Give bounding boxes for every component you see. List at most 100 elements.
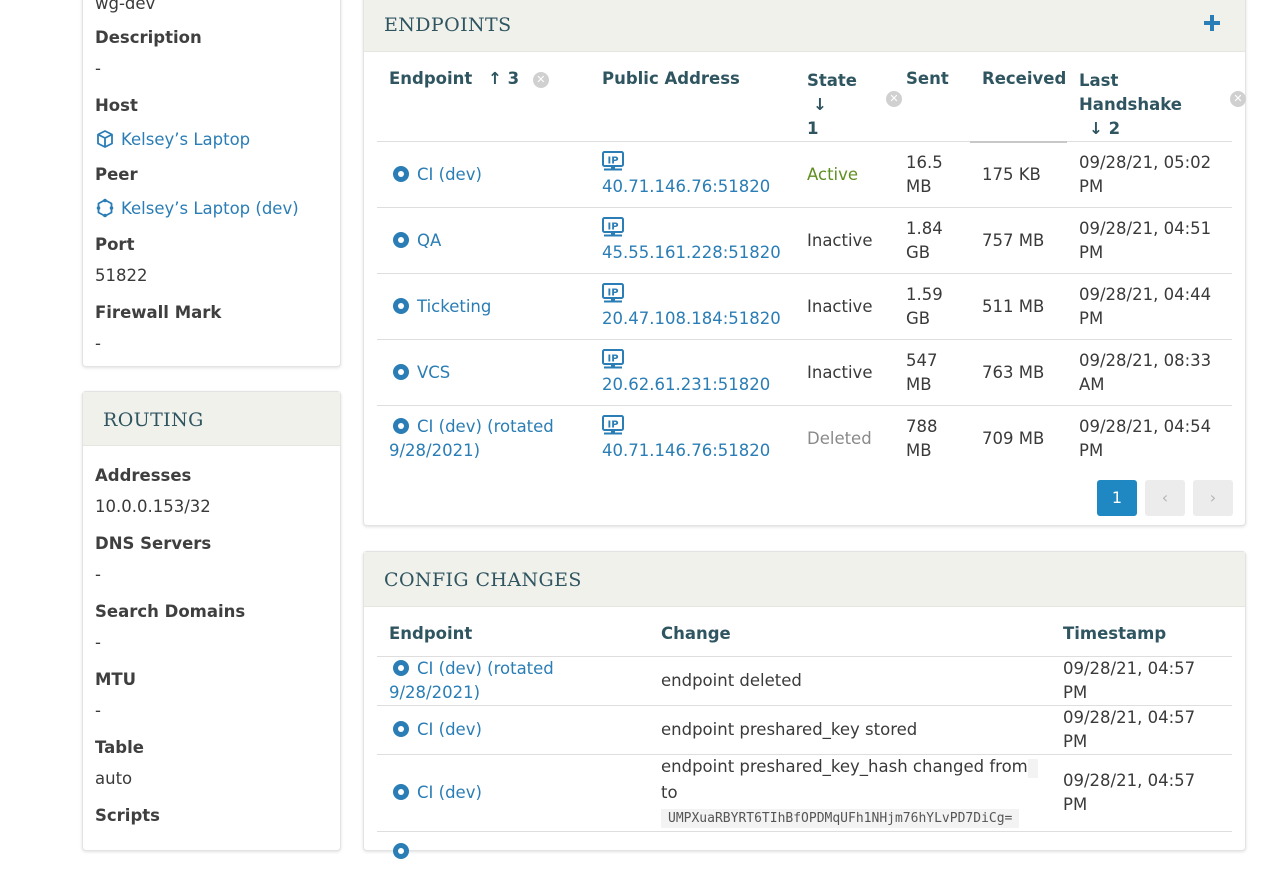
svg-text:IP: IP <box>607 419 618 430</box>
sent-cell: 1.84 GB <box>894 207 970 274</box>
endpoint-icon <box>393 165 409 182</box>
endpoint-icon <box>393 720 409 737</box>
col-last-handshake[interactable]: Last Handshake ↓ 2 ✕ <box>1067 57 1246 142</box>
svg-text:IP: IP <box>607 155 618 166</box>
state-cell: Inactive <box>795 273 894 340</box>
ip-address-icon: IP <box>602 216 624 236</box>
change-cell: endpoint deleted <box>649 655 1051 705</box>
host-link-label: Kelsey’s Laptop <box>121 129 251 149</box>
state-cell: Active <box>795 141 894 208</box>
svg-text:IP: IP <box>607 353 618 364</box>
firewall-mark-label: Firewall Mark <box>95 303 222 322</box>
col-endpoint[interactable]: Endpoint <box>377 612 649 656</box>
port-label: Port <box>95 235 135 254</box>
addresses-label: Addresses <box>95 466 192 485</box>
sent-cell: 1.59 GB <box>894 273 970 340</box>
endpoint-link[interactable]: VCS <box>417 363 450 382</box>
endpoints-title: ENDPOINTS <box>384 14 512 36</box>
timestamp-cell: 09/28/21, 04:57 PM <box>1051 704 1232 754</box>
table-row[interactable] <box>377 830 1232 873</box>
table-row[interactable]: QA IP 45.55.161.228:51820 Inactive 1.84 G… <box>377 207 1232 274</box>
change-to-text: to <box>661 782 678 802</box>
col-change[interactable]: Change <box>649 612 1051 656</box>
peer-icon <box>96 198 114 218</box>
ip-address-icon: IP <box>602 150 624 170</box>
col-endpoint[interactable]: Endpoint ↑ 3 ✕ <box>377 57 590 142</box>
svg-text:IP: IP <box>607 221 618 232</box>
clear-sort-icon[interactable]: ✕ <box>1230 91 1246 107</box>
change-cell: endpoint preshared_key_hash changed from… <box>649 753 1051 831</box>
state-sort-indicator: ↓ <box>813 95 827 114</box>
next-page-button[interactable]: › <box>1193 480 1233 516</box>
peer-link[interactable]: Kelsey’s Laptop (dev) <box>95 198 299 218</box>
dns-servers-label: DNS Servers <box>95 534 212 553</box>
endpoint-icon <box>393 231 409 248</box>
endpoint-link[interactable]: CI (dev) <box>417 165 482 184</box>
col-state[interactable]: State ↓ 1 ✕ <box>795 57 902 142</box>
col-sent[interactable]: Sent <box>894 57 970 142</box>
endpoint-icon <box>393 843 409 860</box>
old-value-code <box>1027 758 1038 778</box>
host-link[interactable]: Kelsey’s Laptop <box>95 129 250 149</box>
table-row[interactable]: VCS IP 20.62.61.231:51820 Inactive 547 MB… <box>377 339 1232 406</box>
clear-sort-icon[interactable]: ✕ <box>532 71 549 88</box>
received-cell: 763 MB <box>970 339 1067 406</box>
address-cell[interactable]: IP 20.62.61.231:51820 <box>590 339 795 406</box>
table-row[interactable]: CI (dev) endpoint preshared_key_hash cha… <box>377 753 1232 831</box>
host-label: Host <box>95 96 138 115</box>
address-cell[interactable]: IP 40.71.146.76:51820 <box>590 405 795 472</box>
peer-link-label: Kelsey’s Laptop (dev) <box>121 198 299 218</box>
handshake-cell: 09/28/21, 08:33 AM <box>1067 339 1232 406</box>
sent-cell: 16.5 MB <box>894 141 970 208</box>
addresses-value: 10.0.0.153/32 <box>95 497 211 516</box>
plus-icon[interactable] <box>1203 14 1221 32</box>
port-value: 51822 <box>95 266 148 285</box>
mtu-label: MTU <box>95 670 137 689</box>
prev-page-button[interactable]: ‹ <box>1145 480 1185 516</box>
endpoint-sort-indicator: ↑ 3 <box>488 69 520 88</box>
col-timestamp[interactable]: Timestamp <box>1051 612 1232 656</box>
handshake-cell: 09/28/21, 04:44 PM <box>1067 273 1232 340</box>
endpoints-table: Endpoint ↑ 3 ✕ Public Address State ↓ 1 … <box>377 57 1246 472</box>
endpoint-link[interactable]: Ticketing <box>417 297 491 316</box>
address-cell[interactable]: IP 45.55.161.228:51820 <box>590 207 795 274</box>
table-row[interactable]: CI (dev) endpoint preshared_key stored 0… <box>377 704 1232 754</box>
change-cell: endpoint preshared_key stored <box>649 704 1051 754</box>
endpoint-link[interactable]: CI (dev) <box>417 720 482 739</box>
endpoint-link[interactable]: CI (dev) <box>417 783 482 802</box>
table-row[interactable]: CI (dev) IP 40.71.146.76:51820 Active 16.… <box>377 141 1232 208</box>
clear-sort-icon[interactable]: ✕ <box>886 91 902 107</box>
endpoints-header-row: Endpoint ↑ 3 ✕ Public Address State ↓ 1 … <box>377 57 1246 143</box>
address-cell[interactable]: IP 40.71.146.76:51820 <box>590 141 795 208</box>
box-icon <box>97 130 113 148</box>
endpoint-icon <box>393 417 409 434</box>
page-1-button[interactable]: 1 <box>1097 480 1137 516</box>
endpoint-icon <box>393 297 409 314</box>
ip-address-icon: IP <box>602 348 624 368</box>
endpoint-link[interactable]: CI (dev) (rotated 9/28/2021) <box>389 659 554 702</box>
table-row[interactable]: CI (dev) (rotated 9/28/2021) endpoint de… <box>377 655 1232 705</box>
endpoint-link[interactable]: CI (dev) (rotated 9/28/2021) <box>389 417 554 460</box>
search-domains-value: - <box>95 633 101 652</box>
ip-address-icon: IP <box>602 282 624 302</box>
chevron-right-icon: › <box>1209 488 1217 507</box>
config-header-row: Endpoint Change Timestamp <box>377 612 1232 656</box>
chevron-left-icon: ‹ <box>1161 488 1169 507</box>
interface-details-panel: wg-dev Description - Host Kelsey’s Lapto… <box>82 0 341 367</box>
endpoint-icon <box>393 659 409 676</box>
handshake-cell: 09/28/21, 04:51 PM <box>1067 207 1232 274</box>
endpoint-link[interactable]: QA <box>417 231 441 250</box>
received-cell: 175 KB <box>970 141 1067 208</box>
state-sort-order: 1 <box>807 119 819 138</box>
config-changes-title: CONFIG CHANGES <box>384 569 582 591</box>
address-cell[interactable]: IP 20.47.108.184:51820 <box>590 273 795 340</box>
col-public-address[interactable]: Public Address <box>590 57 795 142</box>
col-received[interactable]: Received <box>970 57 1067 143</box>
state-cell: Inactive <box>795 339 894 406</box>
mtu-value: - <box>95 701 101 720</box>
endpoints-header: ENDPOINTS <box>364 0 1245 52</box>
table-row[interactable]: CI (dev) (rotated 9/28/2021) IP 40.71.146… <box>377 405 1232 472</box>
endpoints-panel: ENDPOINTS Endpoint ↑ 3 ✕ Public Address … <box>363 0 1246 526</box>
sent-cell: 788 MB <box>894 405 970 472</box>
table-row[interactable]: Ticketing IP 20.47.108.184:51820 Inactive… <box>377 273 1232 340</box>
